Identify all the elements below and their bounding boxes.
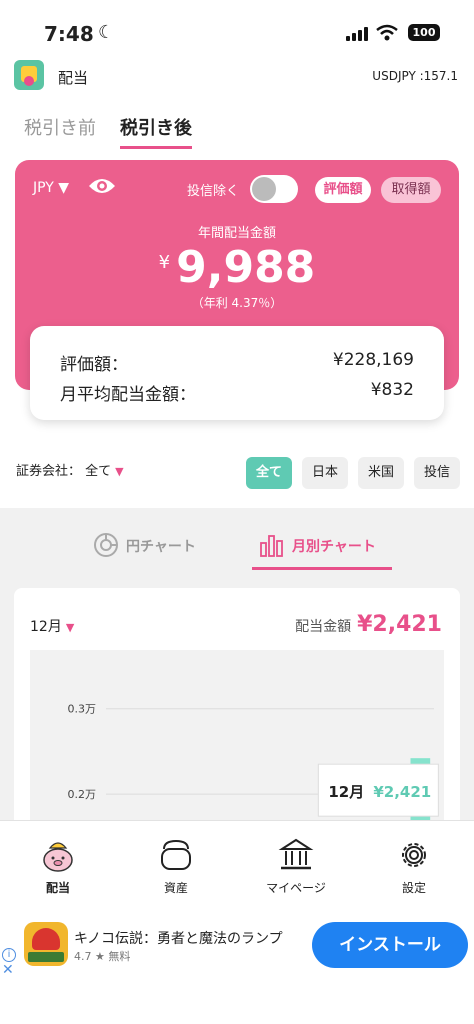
filter-japan[interactable]: 日本 <box>302 457 348 489</box>
dividend-amount: 配当金額 ¥2,421 <box>295 612 442 637</box>
month-select[interactable]: 12月 ▼ <box>30 616 74 636</box>
broker-label: 証券会社： <box>16 464 82 479</box>
tooltip-value: ¥2,421 <box>373 783 431 801</box>
dividend-label: 配当金額 <box>295 619 352 635</box>
nav-settings[interactable]: 設定 <box>364 835 464 896</box>
gear-icon <box>402 843 426 867</box>
monthly-avg-row: 月平均配当金額： ¥832 <box>60 380 414 405</box>
nav-mypage-label: マイページ <box>266 881 326 895</box>
broker-select[interactable]: 証券会社： 全て ▼ <box>16 460 124 479</box>
amount-value: 9,988 <box>176 242 316 293</box>
tab-after-tax[interactable]: 税引き後 <box>120 114 192 149</box>
chart-tabs: 円チャート 月別チャート <box>0 524 474 574</box>
annual-dividend-amount: ¥9,988 <box>15 242 459 293</box>
monthly-avg-value: ¥832 <box>370 380 414 400</box>
valuation-summary: 評価額： ¥228,169 月平均配当金額： ¥832 <box>30 326 444 420</box>
nav-settings-label: 設定 <box>401 881 426 895</box>
ad-rating: 4.7 ★ 無料 <box>74 950 131 963</box>
piggy-bank-icon <box>43 842 73 872</box>
tab-pre-tax[interactable]: 税引き前 <box>24 114 96 149</box>
install-button[interactable]: インストール <box>312 922 468 968</box>
bank-icon <box>278 838 314 870</box>
currency-select[interactable]: JPY ▼ <box>33 180 69 196</box>
filter-all[interactable]: 全て <box>246 457 292 489</box>
monthly-avg-label: 月平均配当金額： <box>60 385 196 405</box>
tooltip-month: 12月 <box>328 783 364 801</box>
app-title: 配当 <box>58 69 89 87</box>
tab-pie-chart[interactable]: 円チャート <box>92 524 196 570</box>
dropdown-icon: ▼ <box>65 621 75 634</box>
ad-title[interactable]: キノコ伝説：勇者と魔法のランプ <box>74 928 283 948</box>
ad-info-icon[interactable]: i <box>2 948 16 962</box>
status-time: 7:48 <box>44 22 94 46</box>
fx-rate: USDJPY :157.1 <box>372 69 458 83</box>
month-value: 12月 <box>30 619 62 635</box>
dividend-value: ¥2,421 <box>357 612 442 637</box>
tab-monthly-chart[interactable]: 月別チャート <box>252 524 392 570</box>
tab-monthly-chart-label: 月別チャート <box>292 539 376 555</box>
filter-us[interactable]: 米国 <box>358 457 404 489</box>
currency-symbol: ¥ <box>158 252 171 273</box>
monthly-chart-panel: 12月▼ 配当金額¥2,421 0.3万0.2万0.1万12月¥2,421 <box>14 588 460 965</box>
nav-dividend-label: 配当 <box>45 881 70 895</box>
annual-dividend-label: 年間配当金額 <box>197 226 276 241</box>
app-logo <box>14 60 44 90</box>
yield-rate: （年利 4.37％） <box>191 296 283 310</box>
broker-value: 全て <box>85 464 112 479</box>
pie-chart-icon <box>94 533 118 557</box>
status-bar: 7:48 ☾ 100 <box>0 0 474 62</box>
tab-pie-chart-label: 円チャート <box>126 539 196 555</box>
valuation-button[interactable]: 評価額 <box>315 177 371 203</box>
filter-funds[interactable]: 投信 <box>414 457 460 489</box>
eye-icon[interactable] <box>87 175 117 197</box>
dropdown-icon: ▼ <box>115 465 124 478</box>
wifi-icon <box>376 24 398 41</box>
nav-mypage[interactable]: マイページ <box>246 835 346 896</box>
ad-app-icon[interactable] <box>24 922 68 966</box>
y-tick-label: 0.3万 <box>68 703 97 716</box>
signal-icon <box>346 27 370 41</box>
exclude-funds-label: 投信除く <box>187 184 240 199</box>
market-filter: 全て 日本 米国 投信 <box>246 457 460 489</box>
bottom-navigation: 配当 資産 マイページ 設定 <box>0 820 474 916</box>
y-tick-label: 0.2万 <box>68 788 97 801</box>
wallet-icon <box>161 839 191 870</box>
ad-close-icon[interactable]: ✕ <box>2 962 14 978</box>
valuation-label: 評価額： <box>60 355 128 375</box>
exclude-funds-toggle[interactable] <box>250 175 298 203</box>
battery-icon: 100 <box>408 24 440 41</box>
ad-banner: i ✕ キノコ伝説：勇者と魔法のランプ 4.7 ★ 無料 インストール <box>0 916 474 1024</box>
moon-icon: ☾ <box>98 22 115 43</box>
nav-assets[interactable]: 資産 <box>126 835 226 896</box>
nav-assets-label: 資産 <box>163 881 188 895</box>
valuation-row: 評価額： ¥228,169 <box>60 350 414 375</box>
bar-chart-icon <box>260 535 283 557</box>
acquisition-button[interactable]: 取得額 <box>381 177 441 203</box>
nav-dividend[interactable]: 配当 <box>8 835 108 896</box>
tax-tabs: 税引き前 税引き後 <box>24 114 192 149</box>
valuation-value: ¥228,169 <box>332 350 414 370</box>
bar-tooltip: 12月 ¥2,421 <box>317 763 439 817</box>
